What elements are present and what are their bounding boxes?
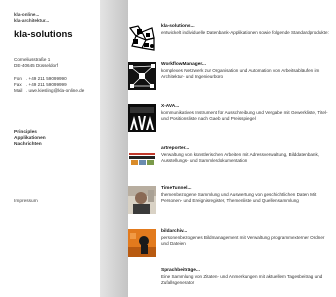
entry-desc: komplexes Netzwerk zur Organisation und … <box>161 68 320 79</box>
contact-mail-value[interactable]: . uwe.kiesling@kla-online.de <box>26 88 84 93</box>
network-dark-image[interactable] <box>128 62 156 90</box>
entry-title-timetunnel[interactable]: TimeTunnel... <box>161 186 191 191</box>
entry-desc: themenbezogene Sammlung und Auswertung v… <box>161 192 317 203</box>
sidebar: kla-online... kla-architektur... kla-sol… <box>0 0 100 297</box>
gray-gradient-band <box>100 0 128 297</box>
entry-desc: Verwaltung von künstlerischen Arbeiten m… <box>161 152 320 163</box>
product-list: kla-solutions... entwickelt individuelle… <box>128 0 336 297</box>
entry-title-artreporter[interactable]: artreporter... <box>161 146 189 151</box>
entry-title-x-ava[interactable]: X-AVA... <box>161 104 179 109</box>
nav-impressum[interactable]: Impressum <box>14 199 38 204</box>
contact-fax-value: . +49 211 59099999 <box>26 82 67 87</box>
contact-mail-label: Mail <box>14 88 23 93</box>
entry-desc: Eine Sammlung von Zitaten- und Anmerkung… <box>161 274 323 285</box>
network-pattern-graphic <box>128 24 156 52</box>
entry-title-sprachbeitraege[interactable]: Sprachbeiträge... <box>161 268 200 273</box>
artreporter-logo-graphic <box>128 146 156 174</box>
contact-mail[interactable]: Mail. uwe.kiesling@kla-online.de <box>14 88 84 94</box>
entry-desc: personenbezogenes Bildmanagement mit Ver… <box>161 235 325 246</box>
entry-desc: entwickelt individuelle Datenbank-Applik… <box>161 30 329 35</box>
orange-photo-image[interactable] <box>128 229 156 257</box>
contact-fon-value: . +49 211 59099990 <box>26 76 67 81</box>
network-pattern-image[interactable] <box>128 24 156 52</box>
artreporter-logo-image[interactable] <box>128 146 156 174</box>
entry-title-workflowmanager[interactable]: WorkflowManager... <box>161 62 206 67</box>
portrait-image[interactable] <box>128 186 156 214</box>
brand-title: kla-solutions <box>14 29 73 40</box>
orange-photo-graphic <box>128 229 156 257</box>
network-dark-graphic <box>128 62 156 90</box>
entry-title-bildarchiv[interactable]: bildarchiv... <box>161 229 187 234</box>
address-city: DE-40645 Düsseldorf <box>14 63 58 68</box>
ava-logo-graphic <box>128 104 156 132</box>
link-kla-architektur[interactable]: kla-architektur... <box>14 18 49 24</box>
ava-logo-image[interactable] <box>128 104 156 132</box>
entry-desc: kommunikatives Instrument für Ausschreib… <box>161 110 328 121</box>
nav-nachrichten[interactable]: Nachrichten <box>14 142 42 148</box>
entry-title-kla-solutions[interactable]: kla-solutions... <box>161 24 195 29</box>
portrait-graphic <box>128 186 156 214</box>
